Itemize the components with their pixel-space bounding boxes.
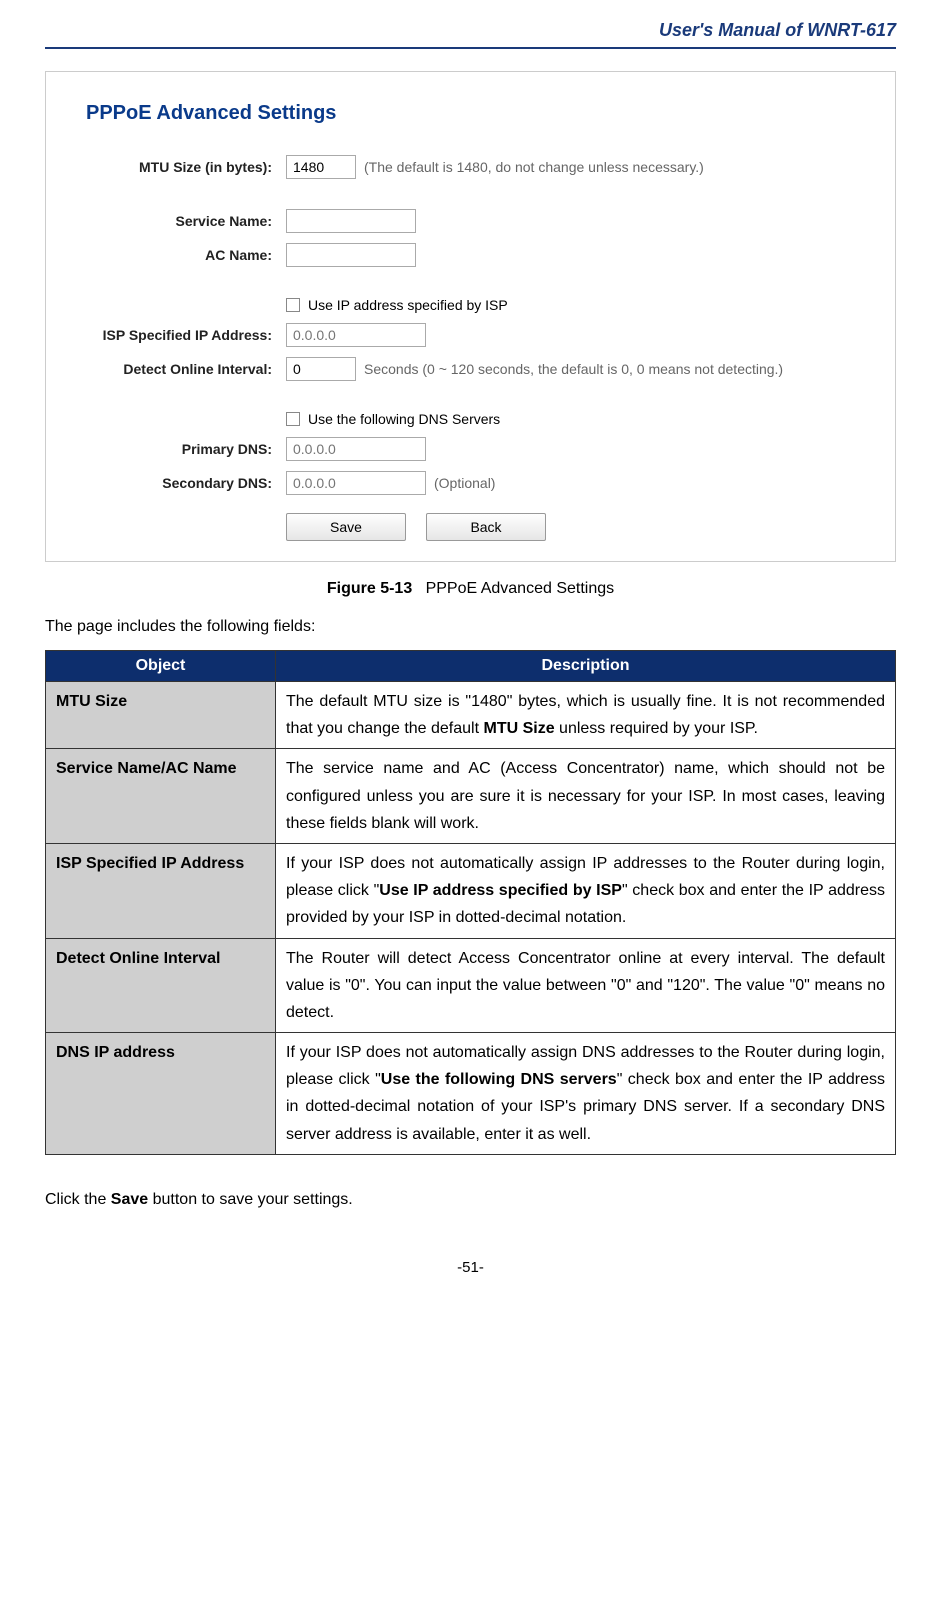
figure-caption: Figure 5-13 PPPoE Advanced Settings <box>45 580 896 598</box>
primary-dns-input[interactable] <box>286 437 426 461</box>
detect-label: Detect Online Interval: <box>76 361 286 377</box>
isp-ip-label: ISP Specified IP Address: <box>76 327 286 343</box>
service-name-row: Service Name: <box>76 209 865 233</box>
mtu-note: (The default is 1480, do not change unle… <box>364 159 704 175</box>
isp-checkbox-row: Use IP address specified by ISP <box>76 297 865 313</box>
mtu-input[interactable] <box>286 155 356 179</box>
settings-screenshot: PPPoE Advanced Settings MTU Size (in byt… <box>45 71 896 562</box>
obj-cell: ISP Specified IP Address <box>46 843 276 938</box>
page-number: -51- <box>45 1259 896 1276</box>
back-button[interactable]: Back <box>426 513 546 541</box>
detect-row: Detect Online Interval: Seconds (0 ~ 120… <box>76 357 865 381</box>
th-description: Description <box>276 651 896 682</box>
ac-name-label: AC Name: <box>76 247 286 263</box>
desc-cell: The service name and AC (Access Concentr… <box>276 749 896 844</box>
header-divider <box>45 47 896 49</box>
mtu-label: MTU Size (in bytes): <box>76 159 286 175</box>
table-row: DNS IP address If your ISP does not auto… <box>46 1033 896 1155</box>
detect-note: Seconds (0 ~ 120 seconds, the default is… <box>364 361 783 377</box>
desc-cell: If your ISP does not automatically assig… <box>276 843 896 938</box>
ac-name-input[interactable] <box>286 243 416 267</box>
secondary-dns-note: (Optional) <box>434 475 495 491</box>
primary-dns-row: Primary DNS: <box>76 437 865 461</box>
obj-cell: MTU Size <box>46 682 276 749</box>
button-row: Save Back <box>286 513 865 541</box>
isp-ip-input[interactable] <box>286 323 426 347</box>
manual-title: User's Manual of WNRT-617 <box>45 20 896 41</box>
dns-checkbox-label: Use the following DNS Servers <box>308 411 500 427</box>
obj-cell: Detect Online Interval <box>46 938 276 1033</box>
table-row: ISP Specified IP Address If your ISP doe… <box>46 843 896 938</box>
table-row: Detect Online Interval The Router will d… <box>46 938 896 1033</box>
isp-checkbox[interactable] <box>286 298 300 312</box>
figure-number: Figure 5-13 <box>327 580 412 597</box>
figure-title: PPPoE Advanced Settings <box>426 580 615 597</box>
isp-checkbox-label: Use IP address specified by ISP <box>308 297 508 313</box>
primary-dns-label: Primary DNS: <box>76 441 286 457</box>
secondary-dns-label: Secondary DNS: <box>76 475 286 491</box>
obj-cell: Service Name/AC Name <box>46 749 276 844</box>
mtu-row: MTU Size (in bytes): (The default is 148… <box>76 155 865 179</box>
desc-cell: The default MTU size is "1480" bytes, wh… <box>276 682 896 749</box>
table-row: MTU Size The default MTU size is "1480" … <box>46 682 896 749</box>
save-button[interactable]: Save <box>286 513 406 541</box>
closing-text: Click the Save button to save your setti… <box>45 1191 896 1209</box>
obj-cell: DNS IP address <box>46 1033 276 1155</box>
dns-checkbox[interactable] <box>286 412 300 426</box>
service-name-label: Service Name: <box>76 213 286 229</box>
secondary-dns-input[interactable] <box>286 471 426 495</box>
secondary-dns-row: Secondary DNS: (Optional) <box>76 471 865 495</box>
dns-checkbox-row: Use the following DNS Servers <box>76 411 865 427</box>
panel-title: PPPoE Advanced Settings <box>86 102 865 125</box>
ac-name-row: AC Name: <box>76 243 865 267</box>
isp-ip-row: ISP Specified IP Address: <box>76 323 865 347</box>
service-name-input[interactable] <box>286 209 416 233</box>
intro-text: The page includes the following fields: <box>45 618 896 636</box>
detect-input[interactable] <box>286 357 356 381</box>
desc-cell: If your ISP does not automatically assig… <box>276 1033 896 1155</box>
description-table: Object Description MTU Size The default … <box>45 650 896 1155</box>
desc-cell: The Router will detect Access Concentrat… <box>276 938 896 1033</box>
th-object: Object <box>46 651 276 682</box>
table-row: Service Name/AC Name The service name an… <box>46 749 896 844</box>
